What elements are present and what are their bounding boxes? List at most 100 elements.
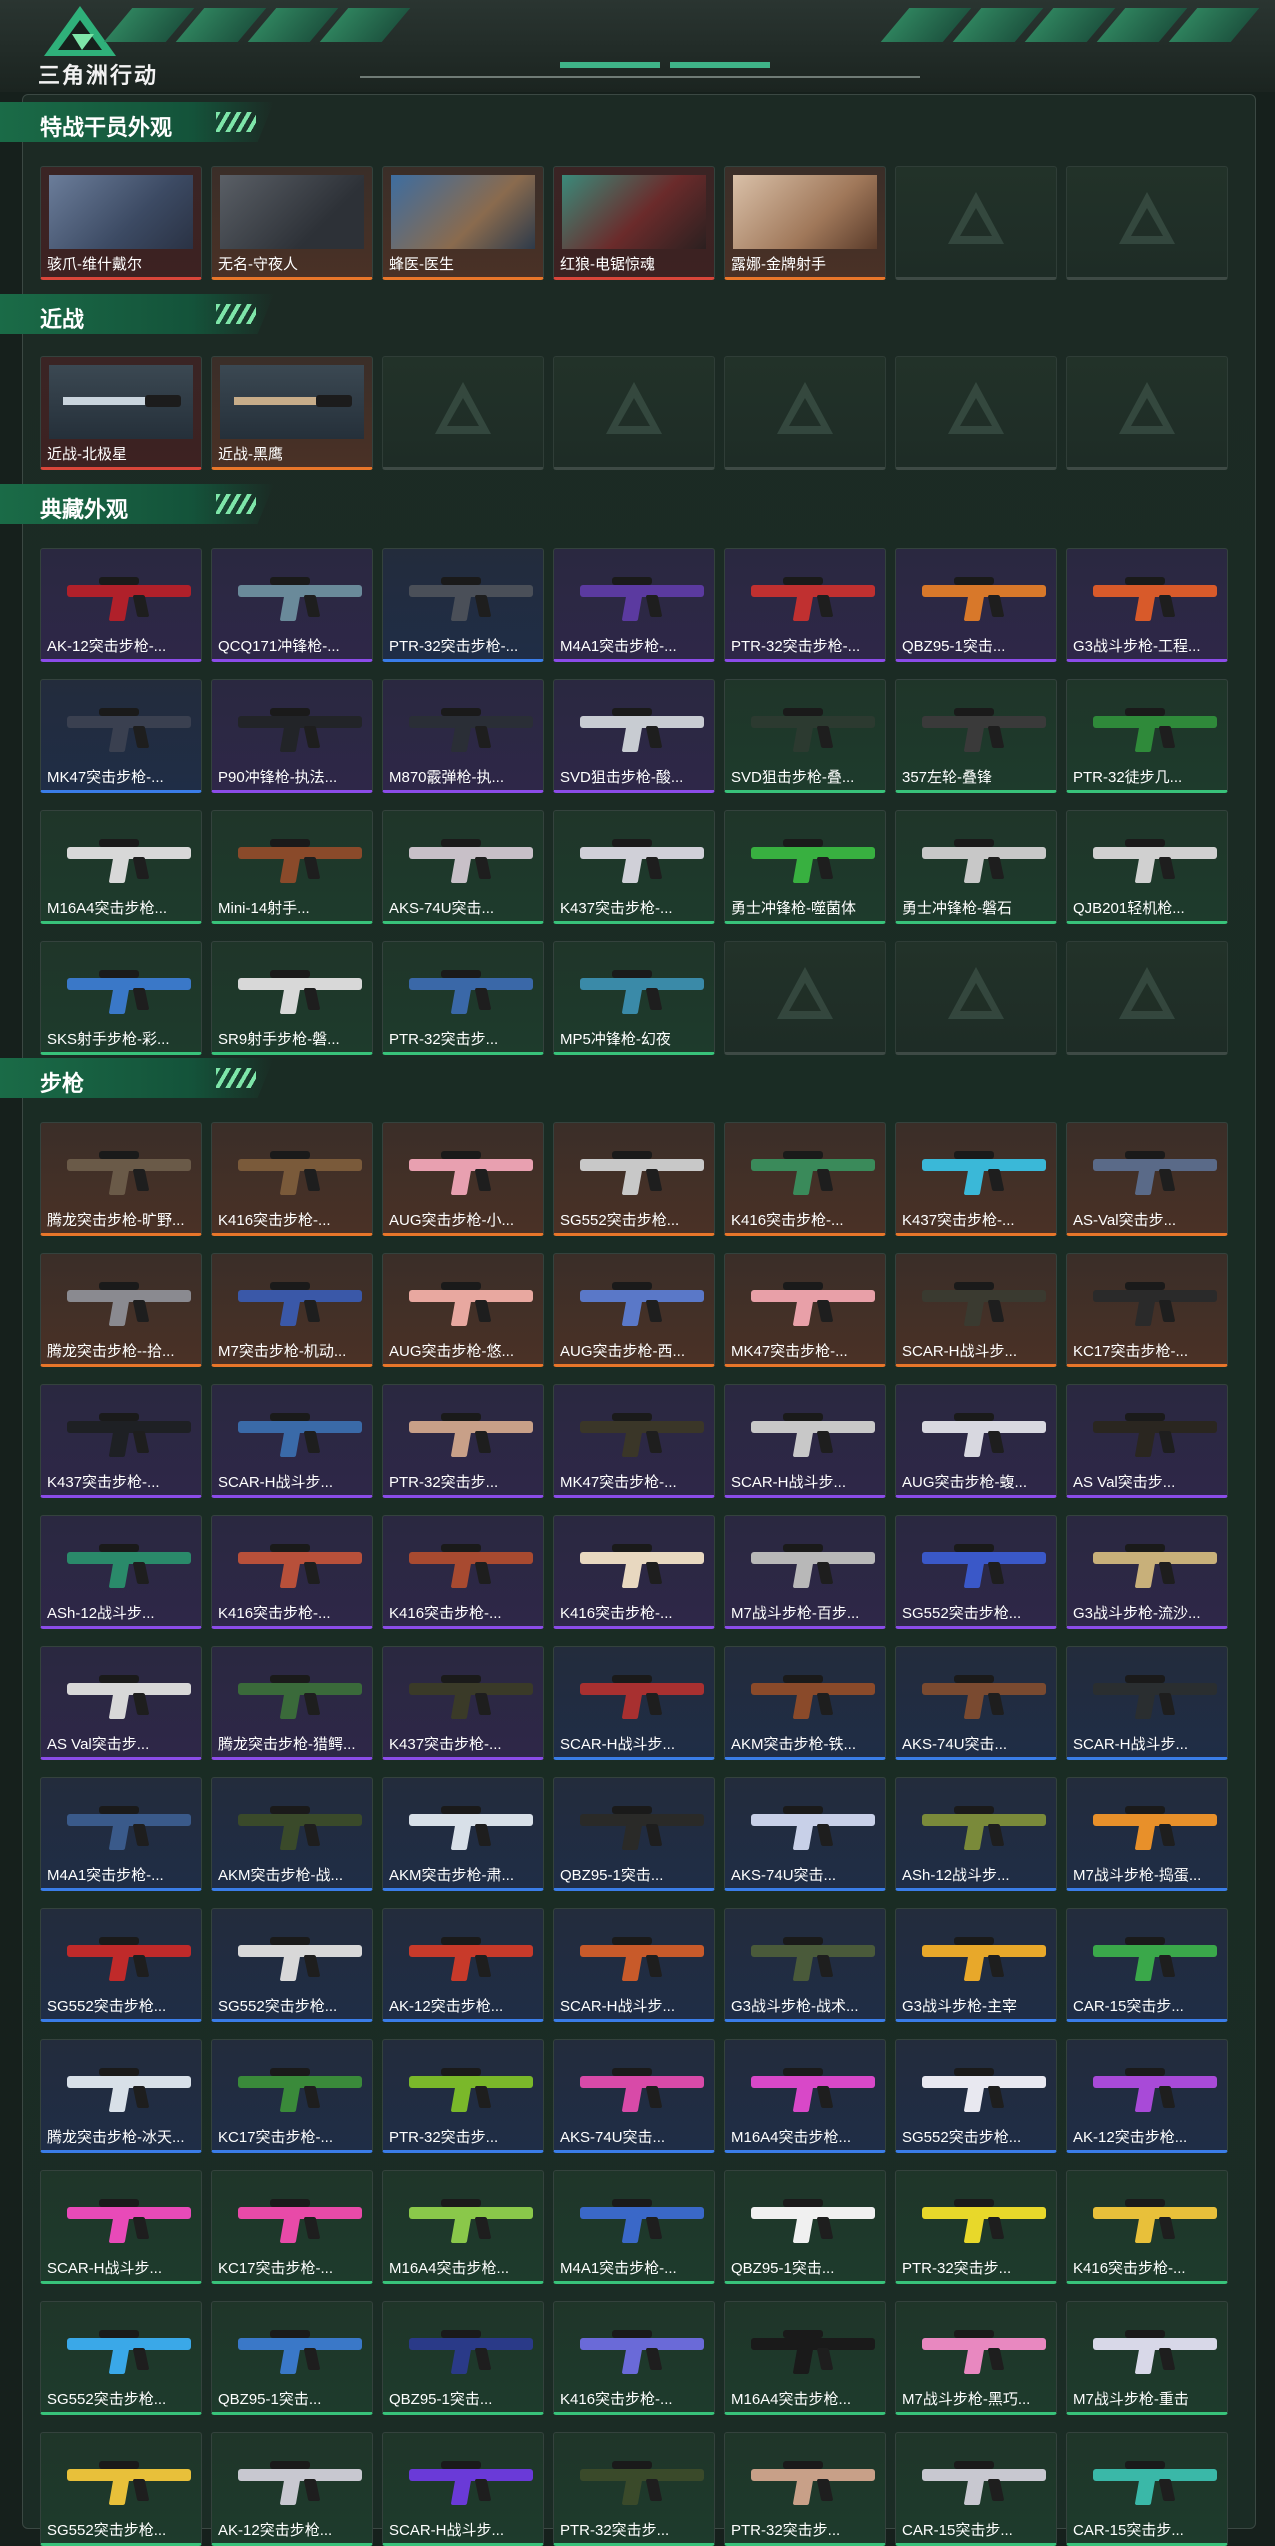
skin-card[interactable]: SCAR-H战斗步... bbox=[40, 2170, 202, 2284]
skin-card[interactable]: SG552突击步枪... bbox=[40, 1908, 202, 2022]
skin-card[interactable]: K416突击步枪-... bbox=[382, 1515, 544, 1629]
skin-card[interactable]: M870霰弹枪-执... bbox=[382, 679, 544, 793]
skin-card[interactable]: PTR-32突击步... bbox=[382, 2039, 544, 2153]
skin-card[interactable]: QBZ95-1突击... bbox=[211, 2301, 373, 2415]
skin-card[interactable]: SVD狙击步枪-酸... bbox=[553, 679, 715, 793]
skin-card[interactable]: 腾龙突击步枪-猎鳄... bbox=[211, 1646, 373, 1760]
skin-card[interactable]: SCAR-H战斗步... bbox=[211, 1384, 373, 1498]
skin-card[interactable]: K416突击步枪-... bbox=[211, 1515, 373, 1629]
skin-card[interactable]: SG552突击步枪... bbox=[40, 2432, 202, 2546]
skin-card[interactable]: AUG突击步枪-小... bbox=[382, 1122, 544, 1236]
skin-card[interactable]: 腾龙突击步枪--拾... bbox=[40, 1253, 202, 1367]
skin-card[interactable]: M7战斗步枪-重击 bbox=[1066, 2301, 1228, 2415]
skin-card[interactable]: M16A4突击步枪... bbox=[724, 2039, 886, 2153]
skin-card[interactable]: QBZ95-1突击... bbox=[382, 2301, 544, 2415]
skin-card[interactable]: QJB201轻机枪... bbox=[1066, 810, 1228, 924]
skin-card[interactable]: 露娜-金牌射手 bbox=[724, 166, 886, 280]
skin-card[interactable]: 近战-黑鹰 bbox=[211, 356, 373, 470]
skin-card[interactable]: QBZ95-1突击... bbox=[724, 2170, 886, 2284]
skin-card[interactable]: MK47突击步枪-... bbox=[40, 679, 202, 793]
skin-card[interactable]: SG552突击步枪... bbox=[895, 1515, 1057, 1629]
skin-card[interactable]: SCAR-H战斗步... bbox=[895, 1253, 1057, 1367]
skin-card[interactable]: M16A4突击步枪... bbox=[40, 810, 202, 924]
skin-card[interactable]: KC17突击步枪-... bbox=[211, 2039, 373, 2153]
skin-card[interactable]: M7战斗步枪-百步... bbox=[724, 1515, 886, 1629]
skin-card[interactable]: MK47突击步枪-... bbox=[553, 1384, 715, 1498]
skin-card[interactable]: K437突击步枪-... bbox=[553, 810, 715, 924]
skin-card[interactable]: K437突击步枪-... bbox=[382, 1646, 544, 1760]
skin-card[interactable]: AK-12突击步枪... bbox=[211, 2432, 373, 2546]
skin-card[interactable]: AUG突击步枪-西... bbox=[553, 1253, 715, 1367]
skin-card[interactable]: PTR-32突击步枪-... bbox=[382, 548, 544, 662]
skin-card[interactable]: K437突击步枪-... bbox=[895, 1122, 1057, 1236]
skin-card[interactable]: M4A1突击步枪-... bbox=[553, 2170, 715, 2284]
skin-card[interactable]: SG552突击步枪... bbox=[211, 1908, 373, 2022]
skin-card[interactable]: P90冲锋枪-执法... bbox=[211, 679, 373, 793]
skin-card[interactable]: PTR-32突击步... bbox=[553, 2432, 715, 2546]
skin-card[interactable]: SCAR-H战斗步... bbox=[1066, 1646, 1228, 1760]
skin-card[interactable]: Mini-14射手... bbox=[211, 810, 373, 924]
skin-card[interactable]: 腾龙突击步枪-冰天... bbox=[40, 2039, 202, 2153]
skin-card[interactable]: G3战斗步枪-战术... bbox=[724, 1908, 886, 2022]
skin-card[interactable]: 勇士冲锋枪-噬菌体 bbox=[724, 810, 886, 924]
skin-card[interactable]: ASh-12战斗步... bbox=[40, 1515, 202, 1629]
skin-card[interactable]: QBZ95-1突击... bbox=[553, 1777, 715, 1891]
skin-card[interactable]: AUG突击步枪-蝮... bbox=[895, 1384, 1057, 1498]
skin-card[interactable]: 蜂医-医生 bbox=[382, 166, 544, 280]
skin-card[interactable]: 无名-守夜人 bbox=[211, 166, 373, 280]
skin-card[interactable]: PTR-32突击步... bbox=[724, 2432, 886, 2546]
skin-card[interactable]: AS Val突击步... bbox=[40, 1646, 202, 1760]
skin-card[interactable]: K416突击步枪-... bbox=[553, 2301, 715, 2415]
skin-card[interactable]: QCQ171冲锋枪-... bbox=[211, 548, 373, 662]
skin-card[interactable]: MK47突击步枪-... bbox=[724, 1253, 886, 1367]
skin-card[interactable]: SCAR-H战斗步... bbox=[553, 1646, 715, 1760]
skin-card[interactable]: SCAR-H战斗步... bbox=[382, 2432, 544, 2546]
skin-card[interactable]: AK-12突击步枪-... bbox=[40, 548, 202, 662]
skin-card[interactable]: MP5冲锋枪-幻夜 bbox=[553, 941, 715, 1055]
skin-card[interactable]: CAR-15突击步... bbox=[895, 2432, 1057, 2546]
skin-card[interactable]: SG552突击步枪... bbox=[40, 2301, 202, 2415]
skin-card[interactable]: AK-12突击步枪... bbox=[1066, 2039, 1228, 2153]
skin-card[interactable]: SCAR-H战斗步... bbox=[553, 1908, 715, 2022]
skin-card[interactable]: AKM突击步枪-战... bbox=[211, 1777, 373, 1891]
skin-card[interactable]: G3战斗步枪-主宰 bbox=[895, 1908, 1057, 2022]
skin-card[interactable]: AK-12突击步枪... bbox=[382, 1908, 544, 2022]
skin-card[interactable]: SVD狙击步枪-叠... bbox=[724, 679, 886, 793]
skin-card[interactable]: AKM突击步枪-铁... bbox=[724, 1646, 886, 1760]
skin-card[interactable]: AKS-74U突击... bbox=[895, 1646, 1057, 1760]
skin-card[interactable]: SR9射手步枪-磐... bbox=[211, 941, 373, 1055]
skin-card[interactable]: AKM突击步枪-肃... bbox=[382, 1777, 544, 1891]
skin-card[interactable]: M16A4突击步枪... bbox=[724, 2301, 886, 2415]
skin-card[interactable]: 红狼-电锯惊魂 bbox=[553, 166, 715, 280]
skin-card[interactable]: QBZ95-1突击... bbox=[895, 548, 1057, 662]
skin-card[interactable]: SG552突击步枪... bbox=[553, 1122, 715, 1236]
skin-card[interactable]: PTR-32突击步... bbox=[382, 1384, 544, 1498]
skin-card[interactable]: PTR-32突击步... bbox=[895, 2170, 1057, 2284]
skin-card[interactable]: M7突击步枪-机动... bbox=[211, 1253, 373, 1367]
skin-card[interactable]: PTR-32突击步... bbox=[382, 941, 544, 1055]
skin-card[interactable]: AKS-74U突击... bbox=[382, 810, 544, 924]
skin-card[interactable]: SKS射手步枪-彩... bbox=[40, 941, 202, 1055]
skin-card[interactable]: G3战斗步枪-流沙... bbox=[1066, 1515, 1228, 1629]
skin-card[interactable]: ASh-12战斗步... bbox=[895, 1777, 1057, 1891]
skin-card[interactable]: AKS-74U突击... bbox=[553, 2039, 715, 2153]
skin-card[interactable]: M16A4突击步枪... bbox=[382, 2170, 544, 2284]
skin-card[interactable]: SG552突击步枪... bbox=[895, 2039, 1057, 2153]
skin-card[interactable]: 骇爪-维什戴尔 bbox=[40, 166, 202, 280]
skin-card[interactable]: 腾龙突击步枪-旷野... bbox=[40, 1122, 202, 1236]
skin-card[interactable]: PTR-32突击步枪-... bbox=[724, 548, 886, 662]
skin-card[interactable]: SCAR-H战斗步... bbox=[724, 1384, 886, 1498]
skin-card[interactable]: K416突击步枪-... bbox=[724, 1122, 886, 1236]
skin-card[interactable]: AKS-74U突击... bbox=[724, 1777, 886, 1891]
skin-card[interactable]: 357左轮-叠锋 bbox=[895, 679, 1057, 793]
skin-card[interactable]: AS Val突击步... bbox=[1066, 1384, 1228, 1498]
skin-card[interactable]: K416突击步枪-... bbox=[1066, 2170, 1228, 2284]
skin-card[interactable]: M7战斗步枪-捣蛋... bbox=[1066, 1777, 1228, 1891]
skin-card[interactable]: KC17突击步枪-... bbox=[1066, 1253, 1228, 1367]
skin-card[interactable]: K416突击步枪-... bbox=[553, 1515, 715, 1629]
skin-card[interactable]: KC17突击步枪-... bbox=[211, 2170, 373, 2284]
skin-card[interactable]: CAR-15突击步... bbox=[1066, 1908, 1228, 2022]
skin-card[interactable]: 勇士冲锋枪-磐石 bbox=[895, 810, 1057, 924]
skin-card[interactable]: M4A1突击步枪-... bbox=[553, 548, 715, 662]
skin-card[interactable]: PTR-32徒步几... bbox=[1066, 679, 1228, 793]
